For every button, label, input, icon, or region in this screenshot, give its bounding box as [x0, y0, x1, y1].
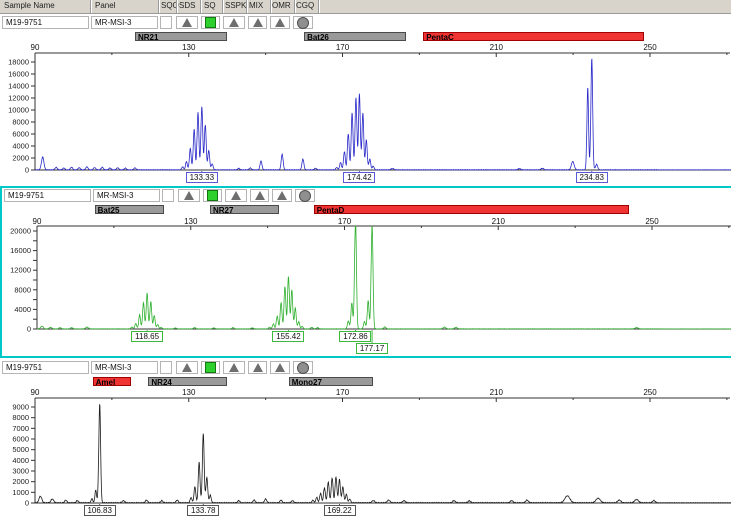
y-axis-tick-label: 5000	[12, 445, 29, 454]
y-axis-tick-label: 14000	[8, 82, 29, 91]
column-header-sample-name: Sample Name	[4, 1, 55, 10]
column-header-cgq: CGQ	[296, 1, 315, 10]
y-axis-tick-label: 18000	[8, 58, 29, 67]
signal-trace	[34, 404, 731, 504]
y-axis-tick-label: 20000	[10, 227, 31, 236]
column-header-sds: SDS	[179, 1, 196, 10]
column-header-mix: MIX	[249, 1, 264, 10]
column-header-sspk: SSPK	[225, 1, 247, 10]
y-axis-tick-label: 6000	[12, 130, 29, 139]
electropherogram-panel-green-selected[interactable]: M19-9751 MR-MSI-3 Bat25 NR27 PentaD 90 130 1…	[0, 186, 731, 358]
column-separator	[246, 0, 247, 13]
peak-size-label[interactable]: 172.86	[339, 331, 372, 342]
column-header-panel: Panel	[95, 1, 116, 10]
electropherogram-plot[interactable]: 0 2000 4000 6000 8000 10000 12000 14000 16000 180…	[0, 15, 731, 186]
y-axis-tick-label: 10000	[8, 106, 29, 115]
column-separator	[90, 0, 91, 13]
y-axis-tick-label: 4000	[14, 305, 31, 314]
y-axis-tick-label: 0	[25, 166, 29, 175]
peak-size-label[interactable]: 106.83	[83, 505, 116, 516]
y-axis-tick-label: 8000	[12, 118, 29, 127]
y-axis-tick-label: 2000	[12, 477, 29, 486]
column-separator	[270, 0, 271, 13]
peak-size-label[interactable]: 234.83	[575, 172, 608, 183]
genotyping-app-window: Sample Name Panel SQO SDS SQ SSPK MIX OMR CGQ M1…	[0, 0, 731, 527]
y-axis-tick-label: 4000	[12, 142, 29, 151]
column-separator	[158, 0, 159, 13]
column-separator	[318, 0, 319, 13]
peak-size-label[interactable]: 118.65	[131, 331, 164, 342]
y-axis-tick-label: 2000	[12, 154, 29, 163]
peak-size-label[interactable]: 174.42	[343, 172, 376, 183]
column-separator	[294, 0, 295, 13]
column-header-omr: OMR	[272, 1, 291, 10]
column-separator	[176, 0, 177, 13]
y-axis-tick-label: 12000	[8, 94, 29, 103]
y-axis-tick-label: 4000	[12, 456, 29, 465]
y-axis-tick-label: 6000	[12, 435, 29, 444]
y-axis-tick-label: 8000	[14, 285, 31, 294]
peak-size-label[interactable]: 155.42	[272, 331, 305, 342]
y-axis-tick-label: 9000	[12, 403, 29, 412]
table-column-header: Sample Name Panel SQO SDS SQ SSPK MIX OMR CGQ	[0, 0, 731, 14]
column-separator	[200, 0, 201, 13]
electropherogram-plot[interactable]: 0 1000 20003000 4000 50006000 7000 80009000	[0, 359, 731, 527]
peak-size-label[interactable]: 133.33	[185, 172, 218, 183]
peak-size-label[interactable]: 133.78	[187, 505, 220, 516]
y-axis-tick-label: 16000	[10, 246, 31, 255]
signal-trace	[34, 58, 731, 171]
electropherogram-panel-black[interactable]: M19-9751 MR-MSI-3 Amel NR24 Mono27 90 130 17…	[0, 359, 731, 527]
signal-trace	[37, 225, 731, 330]
column-separator	[222, 0, 223, 13]
electropherogram-panel-blue[interactable]: M19-9751 MR-MSI-3 NR21 Bat26 PentaC 90 130 1…	[0, 15, 731, 186]
y-axis-tick-label: 3000	[12, 467, 29, 476]
peak-size-label[interactable]: 177.17	[356, 343, 389, 354]
y-axis-tick-label: 8000	[12, 413, 29, 422]
y-axis-tick-label: 7000	[12, 424, 29, 433]
y-axis-tick-label: 12000	[10, 266, 31, 275]
y-axis-tick-label: 1000	[12, 488, 29, 497]
y-axis-tick-label: 16000	[8, 70, 29, 79]
y-axis-tick-label: 0	[27, 325, 31, 334]
column-header-sq: SQ	[204, 1, 216, 10]
peak-size-label[interactable]: 169.22	[323, 505, 356, 516]
y-axis-tick-label: 0	[25, 499, 29, 508]
